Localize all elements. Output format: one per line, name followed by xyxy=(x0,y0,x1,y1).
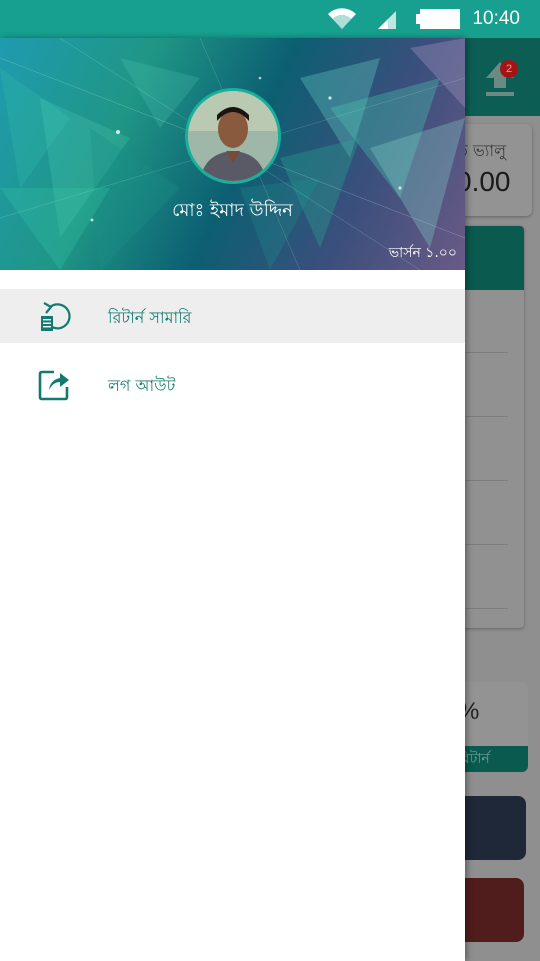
drawer-menu: রিটার্ন সামারি লগ আউট xyxy=(0,289,465,411)
menu-item-logout[interactable]: লগ আউট xyxy=(0,357,465,411)
user-name: মোঃ ইমাদ উদ্দিন xyxy=(172,200,293,221)
navigation-drawer: মোঃ ইমাদ উদ্দিন ভার্সন ১.০০ রিটার্ন সামা… xyxy=(0,38,465,961)
menu-item-return-summary[interactable]: রিটার্ন সামারি xyxy=(0,289,465,343)
status-time: 10:40 xyxy=(472,8,520,29)
status-bar: 10:40 xyxy=(0,0,540,38)
drawer-header: মোঃ ইমাদ উদ্দিন ভার্সন ১.০০ xyxy=(0,38,465,270)
logout-icon xyxy=(38,370,69,401)
cell-signal-icon xyxy=(378,11,396,29)
battery-icon xyxy=(416,9,460,29)
upload-badge: 2 xyxy=(500,60,518,78)
app-version: ভার্সন ১.০০ xyxy=(388,245,457,261)
avatar-photo xyxy=(188,91,278,181)
menu-label-logout: লগ আউট xyxy=(108,376,176,395)
menu-label-return-summary: রিটার্ন সামারি xyxy=(108,308,192,327)
return-summary-icon xyxy=(41,302,71,331)
wifi-icon xyxy=(328,8,356,30)
avatar xyxy=(185,88,281,184)
